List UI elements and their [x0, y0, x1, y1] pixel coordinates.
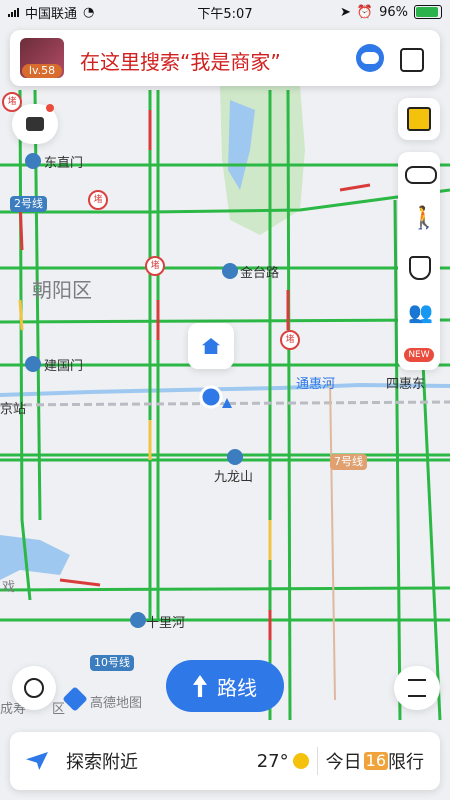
chat-icon [26, 117, 44, 131]
lake-lower-left [0, 535, 70, 580]
locate-icon [24, 678, 44, 698]
people-icon[interactable]: 👥 [408, 300, 433, 324]
chat-button[interactable] [12, 104, 58, 144]
scan-icon[interactable] [400, 48, 424, 72]
robot-icon[interactable] [356, 44, 384, 72]
home-pin[interactable] [188, 323, 234, 369]
traffic-light-icon[interactable] [405, 166, 437, 184]
metro-station-icon [227, 449, 243, 465]
label-chaoyangqu: 朝阳区 [32, 278, 92, 302]
congestion-marker: 堵 [88, 190, 108, 210]
shield-plus-icon[interactable] [409, 256, 431, 280]
label-edge-4: 区 [52, 702, 66, 717]
label-dongzhimen: 东直门 [44, 156, 84, 171]
explore-nearby[interactable]: 探索附近 [66, 748, 138, 774]
metro-station-icon [130, 612, 146, 628]
route-arrow-icon [193, 675, 207, 697]
route-button[interactable]: 路线 [166, 660, 284, 712]
new-badge: NEW [404, 348, 434, 362]
today-label: 今日 [325, 752, 362, 773]
line-7-badge: 7号线 [330, 454, 367, 470]
send-icon [26, 752, 48, 770]
congestion-marker: 堵 [2, 92, 22, 112]
restriction-number: 16 [363, 751, 388, 770]
metro-station-icon [222, 263, 238, 279]
label-jintailu: 金台路 [240, 266, 280, 281]
map-watermark: 高德地图 [90, 696, 143, 711]
label-tonghuihe: 通惠河 [296, 377, 336, 392]
locate-button[interactable] [12, 666, 56, 710]
home-icon [202, 338, 220, 354]
metro-station-icon [25, 153, 41, 169]
list-button[interactable] [394, 666, 440, 710]
label-edge-1: 京站 [0, 402, 27, 417]
status-time: 下午5:07 [197, 6, 253, 22]
sun-icon [292, 753, 309, 769]
line-2-badge: 2号线 [10, 196, 47, 212]
walker-icon[interactable]: 🚶 [410, 206, 437, 231]
congestion-marker: 堵 [145, 256, 165, 276]
label-shilihe: 十里河 [146, 616, 186, 631]
layers-button[interactable] [398, 98, 440, 140]
temperature: 27° [256, 750, 289, 772]
current-location [199, 385, 223, 409]
label-jianguomen: 建国门 [44, 359, 84, 374]
route-label: 路线 [217, 675, 257, 700]
river-tonghui [0, 382, 450, 397]
line-10-badge: 10号线 [90, 655, 134, 671]
label-sihuidong: 四惠东 [386, 377, 426, 392]
notification-dot [46, 104, 54, 112]
divider [316, 747, 318, 775]
restriction-label[interactable]: 限行 [388, 748, 424, 774]
label-jiulongshan: 九龙山 [214, 470, 254, 485]
congestion-marker: 堵 [280, 330, 300, 350]
bottom-bar: 探索附近 27° 今日 16 限行 [10, 732, 440, 790]
search-bar[interactable]: lv.58 在这里搜索“我是商家” [10, 30, 440, 86]
layers-icon [407, 107, 431, 131]
battery-icon [414, 5, 442, 19]
label-edge-2: 戏 [2, 580, 16, 595]
metro-line [329, 379, 336, 701]
status-bar: 中国联通 ◔ 下午5:07 ➤ ⏰ 96% [0, 0, 450, 24]
user-level-badge: lv.58 [22, 64, 62, 78]
metro-station-icon [25, 356, 41, 372]
tools-panel: 🚶 👥 NEW [398, 152, 440, 370]
search-input[interactable]: 在这里搜索“我是商家” [80, 46, 281, 75]
list-icon [408, 679, 426, 697]
